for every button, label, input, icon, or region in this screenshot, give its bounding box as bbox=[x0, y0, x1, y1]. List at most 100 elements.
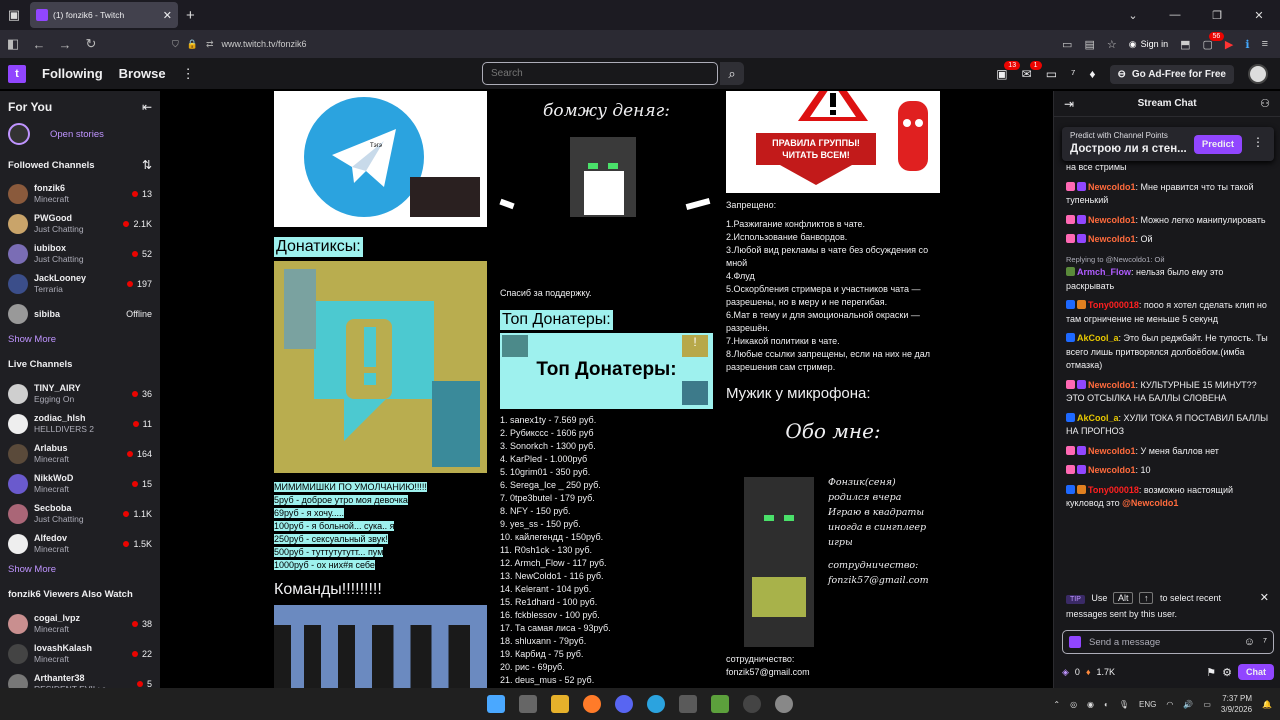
emote-icon[interactable]: ☺ bbox=[1244, 636, 1255, 648]
open-stories-item[interactable]: Open stories bbox=[0, 123, 160, 145]
channel-item[interactable]: Secboba Just Chatting 1.1K bbox=[0, 499, 160, 529]
back-icon[interactable]: ← bbox=[26, 37, 52, 52]
youtube-icon[interactable]: ▶ bbox=[1225, 38, 1233, 51]
extensions-icon[interactable]: ⬒ bbox=[1180, 38, 1190, 51]
chat-username[interactable]: Newcoldo1 bbox=[1088, 465, 1136, 475]
collapse-chat-icon[interactable]: ⇥ bbox=[1064, 97, 1074, 111]
channel-item[interactable]: fonzik6 Minecraft 13 bbox=[0, 179, 160, 209]
chat-message[interactable]: Newcoldo1: Можно легко манипулировать bbox=[1054, 214, 1280, 228]
file-explorer-icon[interactable] bbox=[551, 695, 569, 713]
minecraft-icon[interactable] bbox=[711, 695, 729, 713]
chat-username[interactable]: Newcoldo1 bbox=[1088, 234, 1136, 244]
restore-icon[interactable]: ❐ bbox=[1196, 9, 1238, 22]
address-bar[interactable]: ⛉ 🔒 ⇄ www.twitch.tv/fonzik6 bbox=[172, 39, 307, 50]
extension-badge-icon[interactable]: ▢ 56 bbox=[1203, 31, 1225, 51]
channel-item[interactable]: NikkWoD Minecraft 15 bbox=[0, 469, 160, 499]
channel-item[interactable]: lovashKalash Minecraft 22 bbox=[0, 639, 160, 669]
chevron-up-icon[interactable]: ⌃ bbox=[1053, 700, 1060, 709]
inbox-icon[interactable]: ✉ 1 bbox=[1022, 61, 1042, 81]
chat-message[interactable]: AkCool_a: ХУЛИ ТОКА Я ПОСТАВИЛ БАЛЛЫ НА … bbox=[1054, 412, 1280, 439]
tray-app-icon-2[interactable]: ◉ bbox=[1087, 700, 1094, 709]
chat-input[interactable]: Send a message ☺ ⁷ bbox=[1062, 630, 1274, 654]
settings-gear-icon[interactable]: ⚙ bbox=[1222, 666, 1232, 679]
sort-icon[interactable]: ⇅ bbox=[142, 158, 152, 172]
extension-7tv-icon[interactable]: ⁷ bbox=[1071, 67, 1075, 81]
discord-icon[interactable] bbox=[615, 695, 633, 713]
clock[interactable]: 7:37 PM 3/9/2026 bbox=[1221, 693, 1252, 715]
chat-mention[interactable]: @Newcoldo1 bbox=[1122, 498, 1178, 508]
pip-icon[interactable]: ▭ bbox=[1062, 38, 1072, 51]
commands-panel-image[interactable] bbox=[274, 605, 487, 688]
channel-item[interactable]: Alfedov Minecraft 1.5K bbox=[0, 529, 160, 559]
chat-message[interactable]: Newcoldo1: 10 bbox=[1054, 464, 1280, 478]
channel-item[interactable]: PWGood Just Chatting 2.1K bbox=[0, 209, 160, 239]
windows-start-icon[interactable] bbox=[487, 695, 505, 713]
prediction-banner[interactable]: Predict with Channel Points Дострою ли я… bbox=[1062, 127, 1274, 161]
user-avatar[interactable] bbox=[1248, 64, 1268, 84]
whispers-icon[interactable]: ▭ bbox=[1046, 67, 1057, 81]
chat-username[interactable]: AkCool_a bbox=[1077, 333, 1119, 343]
browse-link[interactable]: Browse bbox=[119, 66, 166, 81]
chat-message[interactable]: Tony000018: пооо я хотел сделать клип но… bbox=[1054, 299, 1280, 326]
collapse-sidebar-icon[interactable]: ⇤ bbox=[142, 100, 152, 114]
microphone-icon[interactable]: 🎙 bbox=[1119, 700, 1129, 709]
users-icon[interactable]: ⚇ bbox=[1260, 97, 1270, 110]
notifications-icon[interactable]: ▣ 13 bbox=[996, 61, 1021, 81]
channel-item[interactable]: Arthanter38RESIDENT EVIL: r...5 bbox=[0, 669, 160, 688]
telegram-icon[interactable] bbox=[647, 695, 665, 713]
rewards-icon[interactable]: ⚑ bbox=[1206, 666, 1216, 679]
battery-icon[interactable]: ▭ bbox=[1203, 700, 1211, 709]
chat-message[interactable]: AkCool_a: Это был реджбайт. Не тупость. … bbox=[1054, 332, 1280, 373]
channel-item[interactable]: JackLooney Terraria 197 bbox=[0, 269, 160, 299]
chat-message[interactable]: на все стримы bbox=[1054, 161, 1280, 175]
tab-list-icon[interactable]: ▣ bbox=[0, 0, 28, 30]
sidebar-toggle-icon[interactable]: ◧ bbox=[0, 36, 26, 52]
close-tab-icon[interactable]: ✕ bbox=[163, 9, 172, 22]
menu-icon[interactable]: ≡ bbox=[1262, 38, 1268, 50]
reader-icon[interactable]: ▤ bbox=[1084, 38, 1094, 51]
chat-message[interactable]: Newcoldo1: Мне нравится что ты такой туп… bbox=[1054, 181, 1280, 208]
browser-tab[interactable]: (1) fonzik6 - Twitch ✕ bbox=[30, 2, 178, 28]
chat-username[interactable]: Newcoldo1 bbox=[1088, 182, 1136, 192]
show-more-followed[interactable]: Show More bbox=[0, 329, 160, 351]
channel-item[interactable]: TINY_AIRY Egging On 36 bbox=[0, 379, 160, 409]
chat-message[interactable]: Replying to @Newcoldo1: Ой Armch_Flow: не… bbox=[1054, 253, 1280, 294]
about-panel-image[interactable]: Обо мне: Фонзик(сеня) родился вчера Играю … bbox=[726, 409, 940, 649]
extension-7tv-chat-icon[interactable]: ⁷ bbox=[1263, 636, 1267, 648]
chat-username[interactable]: Tony000018 bbox=[1088, 485, 1139, 495]
coop-email[interactable]: fonzik57@gmail.com bbox=[726, 666, 810, 679]
chat-message[interactable]: Newcoldo1: Ой bbox=[1054, 233, 1280, 247]
search-input[interactable] bbox=[482, 62, 718, 85]
bomzh-panel-image[interactable]: бомжу деняг: bbox=[499, 91, 713, 281]
settings-icon[interactable] bbox=[775, 695, 793, 713]
new-tab-icon[interactable]: + bbox=[186, 7, 195, 24]
firefox-icon[interactable] bbox=[583, 695, 601, 713]
reload-icon[interactable]: ↻ bbox=[78, 36, 104, 52]
chat-username[interactable]: Newcoldo1 bbox=[1088, 446, 1136, 456]
minimize-icon[interactable]: — bbox=[1154, 9, 1196, 21]
bookmark-star-icon[interactable]: ☆ bbox=[1107, 38, 1117, 51]
show-more-live[interactable]: Show More bbox=[0, 559, 160, 581]
tray-app-icon[interactable]: ◎ bbox=[1070, 700, 1077, 709]
prime-crown-icon[interactable]: ♦ bbox=[1089, 67, 1095, 81]
chat-message[interactable]: Newcoldo1: КУЛЬТУРНЫЕ 15 МИНУТ?? ЭТО ОТС… bbox=[1054, 379, 1280, 406]
language-indicator[interactable]: ENG bbox=[1139, 700, 1156, 709]
donation-panel-image[interactable] bbox=[274, 261, 487, 473]
go-ad-free-button[interactable]: ⊖ Go Ad-Free for Free bbox=[1109, 64, 1234, 84]
chat-username[interactable]: Newcoldo1 bbox=[1088, 215, 1136, 225]
close-tip-icon[interactable]: ✕ bbox=[1260, 591, 1269, 605]
forward-icon[interactable]: → bbox=[52, 37, 78, 52]
close-window-icon[interactable]: ✕ bbox=[1238, 9, 1280, 22]
rules-panel-image[interactable]: ПРАВИЛА ГРУППЫ! ЧИТАТЬ ВСЕМ! bbox=[726, 91, 940, 193]
chat-username[interactable]: AkCool_a bbox=[1077, 413, 1119, 423]
volume-icon[interactable]: 🔊 bbox=[1183, 700, 1193, 709]
top-donators-banner[interactable]: ! Топ Донатеры: bbox=[500, 333, 713, 409]
app-icon[interactable] bbox=[679, 695, 697, 713]
chevron-down-icon[interactable]: ⌄ bbox=[1112, 9, 1154, 22]
chat-username[interactable]: Tony000018 bbox=[1088, 300, 1139, 310]
search-button[interactable]: ⌕ bbox=[720, 62, 744, 85]
chat-message[interactable]: Tony000018: возможно настоящий кукловод … bbox=[1054, 484, 1280, 511]
chat-message[interactable]: Newcoldo1: У меня баллов нет bbox=[1054, 445, 1280, 459]
task-view-icon[interactable] bbox=[519, 695, 537, 713]
channel-item[interactable]: iubibox Just Chatting 52 bbox=[0, 239, 160, 269]
